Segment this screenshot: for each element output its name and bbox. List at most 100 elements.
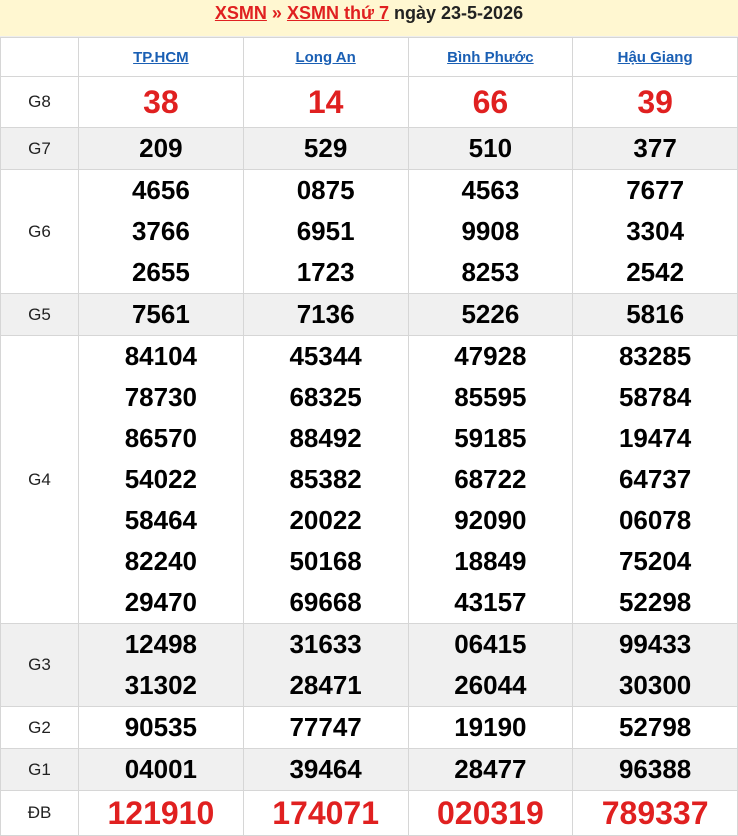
result-cell: 7677 3304 2542	[572, 169, 738, 294]
result-cell: 04001	[78, 748, 244, 791]
province-header: TP.HCM	[78, 37, 244, 77]
result-number: 28477	[454, 754, 527, 784]
xsmn-thu7-link[interactable]: XSMN thứ 7	[287, 3, 389, 23]
result-cell: 5816	[572, 293, 738, 336]
result-number: 86570	[124, 423, 198, 453]
province-link-long-an[interactable]: Long An	[295, 49, 355, 66]
result-cell: 31633 28471	[242, 623, 409, 707]
result-cell: 52798	[572, 706, 738, 749]
result-number: 88492	[289, 423, 362, 453]
result-cell: 7136	[242, 293, 409, 336]
result-number: 39	[637, 83, 673, 120]
result-cell: 38	[78, 76, 244, 128]
result-number: 85382	[289, 464, 362, 494]
province-link-hau-giang[interactable]: Hậu Giang	[618, 49, 693, 66]
result-cell: 12498 31302	[78, 623, 244, 707]
result-cell: 39	[572, 76, 738, 128]
result-number: 2655	[131, 257, 190, 287]
result-number: 19190	[454, 712, 527, 742]
result-number: 4656	[131, 175, 190, 205]
prize-row: G1 04001 39464 28477 96388	[0, 748, 738, 791]
result-number: 18849	[454, 546, 527, 576]
result-cell: 4656 3766 2655	[78, 169, 244, 294]
result-number: 77747	[289, 712, 362, 742]
result-cell: 377	[572, 127, 738, 170]
result-cell: 96388	[572, 748, 738, 791]
prize-row: G4 84104 78730 86570 54022 58464 82240 29470 453…	[0, 335, 738, 624]
result-number: 377	[633, 133, 677, 163]
date-text: ngày 23-5-2026	[394, 3, 524, 23]
result-number: 06415	[454, 629, 527, 659]
province-header-row: TP.HCM Long An Bình Phước Hậu Giang	[0, 37, 738, 77]
prize-row: ĐB 121910 174071 020319 789337	[0, 790, 738, 836]
result-number: 59185	[454, 423, 527, 453]
result-cell: 83285 58784 19474 64737 06078 75204 52298	[572, 335, 738, 624]
province-link-tphcm[interactable]: TP.HCM	[133, 49, 189, 66]
province-header: Long An	[242, 37, 409, 77]
result-number: 38	[143, 83, 179, 120]
result-cell: 0875 6951 1723	[242, 169, 409, 294]
result-cell: 77747	[242, 706, 409, 749]
result-number: 8253	[461, 257, 520, 287]
prize-label: G1	[0, 748, 79, 791]
result-number: 0875	[296, 175, 355, 205]
prize-label: G3	[0, 623, 79, 707]
prize-row: G7 209 529 510 377	[0, 127, 738, 170]
result-number: 28471	[289, 670, 362, 700]
result-number: 68325	[289, 382, 362, 412]
result-cell: 529	[242, 127, 409, 170]
corner-cell	[0, 37, 79, 77]
prize-label: G2	[0, 706, 79, 749]
result-number: 9908	[461, 216, 520, 246]
result-number: 5816	[626, 299, 685, 329]
result-number: 85595	[454, 382, 527, 412]
result-number: 174071	[272, 794, 380, 831]
prize-rows: G8 38 14 66 39 G7 209 529 510 377 G6 4656 3766 2655 08…	[0, 76, 738, 836]
result-number: 47928	[454, 341, 527, 371]
result-number: 68722	[454, 464, 527, 494]
result-number: 66	[472, 83, 509, 120]
result-number: 20022	[289, 505, 362, 535]
result-number: 39464	[289, 754, 362, 784]
result-cell: 5226	[407, 293, 574, 336]
results-table: TP.HCM Long An Bình Phước Hậu Giang G8 38…	[0, 37, 738, 836]
result-cell: 66	[407, 76, 574, 128]
result-number: 1723	[296, 257, 355, 287]
result-number: 12498	[124, 629, 198, 659]
breadcrumb-separator: »	[271, 3, 282, 23]
page-header: XSMN » XSMN thứ 7 ngày 23-5-2026	[0, 0, 738, 37]
result-number: 2542	[626, 257, 685, 287]
result-number: 510	[468, 133, 513, 163]
result-number: 3766	[131, 216, 190, 246]
result-number: 50168	[289, 546, 362, 576]
prize-label: ĐB	[0, 790, 79, 836]
result-number: 3304	[626, 216, 685, 246]
province-header: Hậu Giang	[572, 37, 738, 77]
result-number: 529	[303, 133, 348, 163]
result-number: 7561	[131, 299, 190, 329]
result-number: 6951	[296, 216, 355, 246]
result-number: 5226	[461, 299, 520, 329]
xsmn-link[interactable]: XSMN	[215, 3, 267, 23]
result-cell: 789337	[572, 790, 738, 836]
result-number: 30300	[618, 670, 692, 700]
result-cell: 7561	[78, 293, 244, 336]
prize-row: G5 7561 7136 5226 5816	[0, 293, 738, 336]
result-number: 99433	[618, 629, 692, 659]
result-number: 83285	[618, 341, 692, 371]
result-number: 789337	[601, 794, 709, 831]
result-number: 58784	[618, 382, 692, 412]
result-cell: 020319	[407, 790, 574, 836]
prize-row: G2 90535 77747 19190 52798	[0, 706, 738, 749]
result-number: 92090	[454, 505, 527, 535]
result-cell: 14	[242, 76, 409, 128]
prize-label: G4	[0, 335, 79, 624]
province-link-binh-phuoc[interactable]: Bình Phước	[447, 49, 534, 66]
result-number: 64737	[618, 464, 692, 494]
result-number: 82240	[124, 546, 198, 576]
prize-label: G5	[0, 293, 79, 336]
result-cell: 99433 30300	[572, 623, 738, 707]
province-header: Bình Phước	[407, 37, 574, 77]
prize-row: G8 38 14 66 39	[0, 76, 738, 128]
result-cell: 39464	[242, 748, 409, 791]
